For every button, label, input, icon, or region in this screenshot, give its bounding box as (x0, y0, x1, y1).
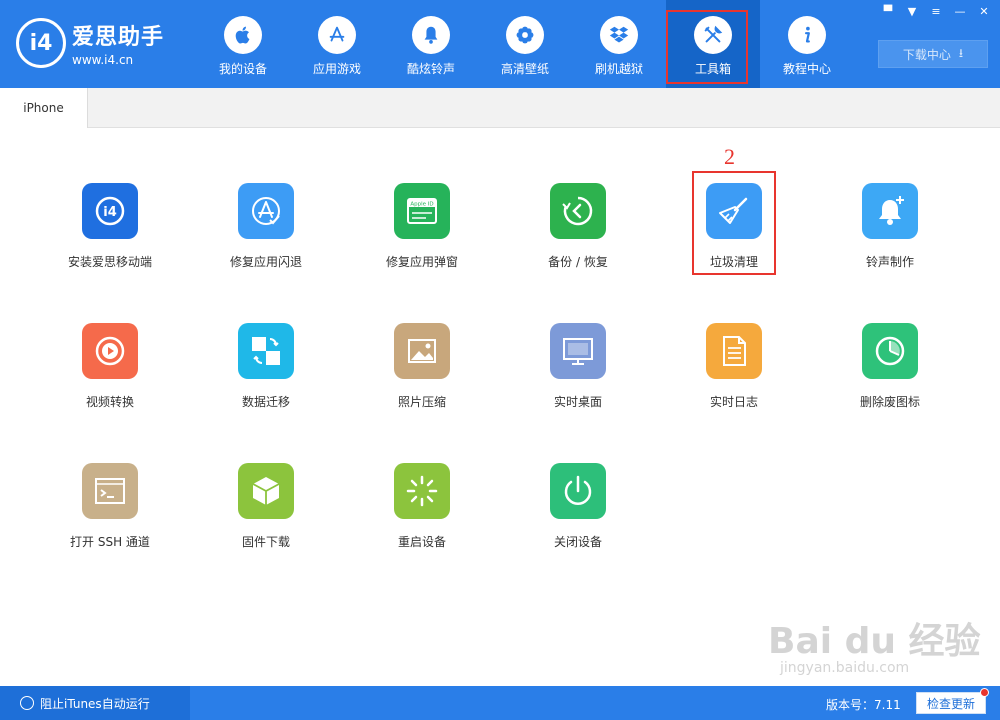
annotation-box-1 (666, 10, 748, 84)
svg-text:i4: i4 (103, 205, 117, 220)
download-center-label: 下载中心 (902, 47, 951, 62)
tool-label: 打开 SSH 通道 (70, 535, 150, 549)
tool-fix-app-popup[interactable]: Apple ID 修复应用弹窗 (352, 183, 492, 270)
bell-icon (412, 16, 450, 54)
update-badge (980, 688, 989, 697)
svg-text:Apple ID: Apple ID (410, 202, 433, 208)
nav-label: 酷炫铃声 (406, 62, 455, 76)
tool-ringtone-maker[interactable]: 铃声制作 (820, 183, 960, 270)
power-icon (550, 463, 606, 519)
bell-plus-icon (862, 183, 918, 239)
tool-backup-restore[interactable]: 备份 / 恢复 (508, 183, 648, 270)
tool-shutdown-device[interactable]: 关闭设备 (508, 463, 648, 550)
tool-label: 修复应用闪退 (229, 255, 302, 269)
restart-icon (394, 463, 450, 519)
tool-video-convert[interactable]: 视频转换 (40, 323, 180, 410)
app-logo: i4 爱思助手 www.i4.cn (16, 18, 164, 68)
tool-junk-cleanup[interactable]: 垃圾清理 (664, 183, 804, 270)
block-itunes-label: 阻止iTunes自动运行 (40, 696, 150, 711)
download-center-button[interactable]: 下载中心 ⭳ (878, 40, 988, 68)
window-controls: ▀ ▼ ≡ — ✕ (878, 4, 994, 18)
nav-flash-jailbreak[interactable]: 刷机越狱 (572, 0, 666, 88)
skin-icon[interactable]: ▼ (902, 4, 922, 18)
annotation-number-2: 2 (724, 144, 735, 169)
nav-apps-games[interactable]: 应用游戏 (290, 0, 384, 88)
nav-tutorials[interactable]: 教程中心 (760, 0, 854, 88)
tool-label: 修复应用弹窗 (385, 255, 458, 269)
info-icon (788, 16, 826, 54)
app-url: www.i4.cn (72, 53, 134, 67)
backup-icon (550, 183, 606, 239)
tool-install-i4-mobile[interactable]: i4 安装爱思移动端 (40, 183, 180, 270)
block-itunes-toggle[interactable]: 阻止iTunes自动运行 (0, 686, 190, 720)
broom-icon (706, 183, 762, 239)
check-update-button[interactable]: 检查更新 (916, 692, 986, 714)
tool-label: 照片压缩 (397, 395, 446, 409)
pie-icon (862, 323, 918, 379)
dropbox-icon (600, 16, 638, 54)
nav-label: 教程中心 (782, 62, 831, 76)
nav-label: 我的设备 (218, 62, 267, 76)
main-nav: 我的设备 应用游戏 酷炫铃声 高清壁纸 刷机越狱 工具箱 教程中心 (196, 0, 854, 88)
i4-logo-icon: i4 (16, 18, 66, 68)
close-icon[interactable]: ✕ (974, 4, 994, 18)
tool-fix-app-crash[interactable]: 修复应用闪退 (196, 183, 336, 270)
tab-iphone[interactable]: iPhone (0, 88, 88, 128)
baidu-watermark: Bai du 经验 (768, 621, 981, 662)
tool-restart-device[interactable]: 重启设备 (352, 463, 492, 550)
tool-label: 实时日志 (709, 395, 758, 409)
tool-delete-junk-icons[interactable]: 删除废图标 (820, 323, 960, 410)
flower-icon (506, 16, 544, 54)
nav-wallpapers[interactable]: 高清壁纸 (478, 0, 572, 88)
tool-label: 视频转换 (85, 395, 134, 409)
nav-ringtones[interactable]: 酷炫铃声 (384, 0, 478, 88)
tool-label: 安装爱思移动端 (67, 255, 152, 269)
tool-data-migration[interactable]: 数据迁移 (196, 323, 336, 410)
version-text: 版本号：7.11 (826, 698, 901, 712)
nav-label: 应用游戏 (312, 62, 361, 76)
box-icon (238, 463, 294, 519)
baidu-watermark-site: jingyan.baidu.com (780, 660, 910, 676)
tool-label: 铃声制作 (865, 255, 914, 269)
nav-label: 刷机越狱 (594, 62, 643, 76)
tool-label: 垃圾清理 (709, 255, 758, 269)
photo-icon (394, 323, 450, 379)
tool-photo-compress[interactable]: 照片压缩 (352, 323, 492, 410)
radio-icon (20, 696, 34, 710)
nav-my-device[interactable]: 我的设备 (196, 0, 290, 88)
tool-live-log[interactable]: 实时日志 (664, 323, 804, 410)
migrate-icon (238, 323, 294, 379)
tool-live-desktop[interactable]: 实时桌面 (508, 323, 648, 410)
menu-icon[interactable]: ≡ (926, 4, 946, 18)
feedback-icon[interactable]: ▀ (878, 4, 898, 18)
apple-id-icon: Apple ID (394, 183, 450, 239)
status-bar: 阻止iTunes自动运行 版本号：7.11 检查更新 (0, 686, 1000, 720)
nav-label: 高清壁纸 (500, 62, 549, 76)
device-tabbar: iPhone (0, 88, 1000, 128)
tool-label: 删除废图标 (859, 395, 920, 409)
tool-label: 重启设备 (397, 535, 446, 549)
video-icon (82, 323, 138, 379)
app-store-icon (318, 16, 356, 54)
tool-label: 固件下载 (241, 535, 290, 549)
tool-label: 备份 / 恢复 (548, 255, 608, 269)
tool-label: 实时桌面 (553, 395, 602, 409)
terminal-icon (82, 463, 138, 519)
tool-firmware-download[interactable]: 固件下载 (196, 463, 336, 550)
monitor-icon (550, 323, 606, 379)
log-icon (706, 323, 762, 379)
tool-label: 关闭设备 (553, 535, 602, 549)
app-repair-icon (238, 183, 294, 239)
app-header: i4 爱思助手 www.i4.cn 我的设备 应用游戏 酷炫铃声 高清壁纸 刷机… (0, 0, 1000, 88)
app-title: 爱思助手 (72, 25, 165, 50)
minimize-icon[interactable]: — (950, 4, 970, 18)
tool-label: 数据迁移 (241, 395, 290, 409)
tool-open-ssh[interactable]: 打开 SSH 通道 (40, 463, 180, 550)
apple-icon (224, 16, 262, 54)
download-icon: ⭳ (958, 45, 964, 60)
i4-app-icon: i4 (82, 183, 138, 239)
